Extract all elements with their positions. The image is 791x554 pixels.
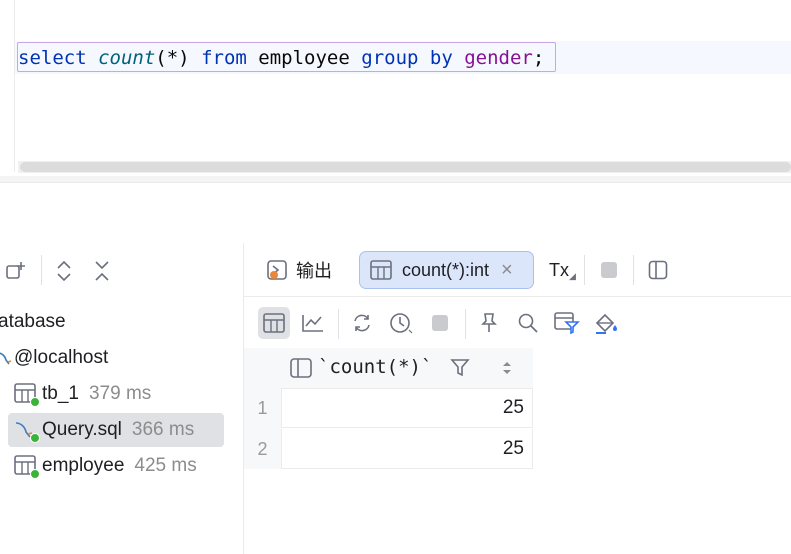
toolbar-separator bbox=[338, 309, 339, 339]
stop-icon bbox=[432, 315, 448, 331]
count-args: (*) bbox=[155, 47, 190, 69]
pin-tab-button[interactable] bbox=[473, 307, 505, 339]
layout-toggle-button[interactable] bbox=[648, 251, 668, 289]
stop-icon bbox=[599, 260, 619, 280]
database-explorer-panel: atabase @localhost tb_1 379 ms Query.sql… bbox=[0, 243, 244, 554]
search-button[interactable] bbox=[512, 307, 544, 339]
row-number: 2 bbox=[257, 438, 268, 459]
horizontal-scrollbar-thumb[interactable] bbox=[20, 162, 791, 172]
table-view-icon bbox=[263, 313, 285, 333]
column-header-count[interactable]: `count(*)` bbox=[318, 356, 432, 378]
column-filter-icon[interactable] bbox=[450, 358, 470, 378]
new-data-source-icon[interactable] bbox=[2, 257, 30, 285]
toolbar-separator bbox=[584, 255, 585, 285]
tree-item-label: tb_1 bbox=[42, 383, 79, 404]
paint-bucket-icon bbox=[595, 313, 617, 334]
filter-table-icon bbox=[554, 312, 580, 335]
keyword-group-by: group by bbox=[361, 47, 453, 69]
keyword-select: select bbox=[18, 47, 87, 69]
tree-item-tb-1[interactable]: tb_1 379 ms bbox=[14, 377, 151, 411]
execution-time: 366 ms bbox=[131, 419, 195, 440]
clock-icon bbox=[390, 313, 413, 334]
keyword-from: from bbox=[201, 47, 247, 69]
refresh-button[interactable] bbox=[346, 307, 378, 339]
tree-item-localhost[interactable]: @localhost bbox=[0, 341, 108, 375]
tree-item-database[interactable]: atabase bbox=[0, 305, 66, 339]
tab-output[interactable]: 输出 bbox=[266, 251, 332, 289]
execution-time: 425 ms bbox=[134, 455, 197, 476]
sql-query-line[interactable]: select count(*) from employee group by g… bbox=[18, 46, 544, 70]
chart-view-button[interactable] bbox=[297, 307, 329, 339]
tree-item-label: employee bbox=[42, 455, 125, 476]
pin-icon bbox=[481, 313, 497, 332]
toolbar-separator bbox=[633, 255, 634, 285]
connected-status-dot bbox=[30, 469, 40, 479]
row-number: 1 bbox=[257, 397, 268, 418]
collapse-all-icon[interactable] bbox=[88, 257, 116, 285]
result-grid-toolbar bbox=[244, 297, 791, 347]
grid-header-row: `count(*)` bbox=[244, 348, 533, 389]
semicolon: ; bbox=[532, 47, 545, 69]
close-tab-icon[interactable]: × bbox=[501, 259, 513, 282]
tab-transaction[interactable]: Tx ◢ bbox=[549, 251, 576, 289]
history-button[interactable] bbox=[385, 307, 417, 339]
execution-time: 379 ms bbox=[88, 383, 152, 404]
column-toggle-icon[interactable] bbox=[290, 358, 312, 378]
mysql-file-icon bbox=[14, 419, 40, 443]
table-icon bbox=[14, 455, 40, 479]
table-icon bbox=[370, 260, 392, 280]
expand-all-icon[interactable] bbox=[50, 257, 78, 285]
line-chart-icon bbox=[302, 315, 323, 332]
table-cell[interactable]: 25 bbox=[281, 429, 533, 469]
table-cell[interactable]: 25 bbox=[281, 388, 533, 428]
column-gender: gender bbox=[464, 47, 533, 69]
refresh-icon bbox=[354, 314, 370, 332]
dropdown-corner-icon: ◢ bbox=[569, 270, 576, 281]
sql-editor[interactable]: select count(*) from employee group by g… bbox=[0, 0, 791, 183]
table-view-button[interactable] bbox=[258, 307, 290, 339]
tree-item-label: @localhost bbox=[14, 347, 109, 368]
tree-item-employee[interactable]: employee 425 ms bbox=[14, 449, 197, 483]
tree-item-label: Query.sql bbox=[42, 419, 122, 440]
search-icon bbox=[518, 313, 538, 333]
results-tab-bar: 输出 count(*):int × Tx ◢ bbox=[244, 243, 791, 297]
connected-status-dot bbox=[30, 397, 40, 407]
filter-button[interactable] bbox=[551, 307, 583, 339]
toolbar-separator bbox=[465, 309, 466, 339]
tree-item-label: atabase bbox=[0, 311, 66, 332]
highlight-button[interactable] bbox=[591, 307, 623, 339]
output-console-icon bbox=[266, 259, 288, 281]
tx-mode-label: Tx bbox=[549, 259, 569, 280]
connected-status-dot bbox=[30, 433, 40, 443]
tab-output-label: 输出 bbox=[296, 261, 332, 281]
editor-divider bbox=[0, 176, 791, 183]
stop-button[interactable] bbox=[599, 251, 619, 289]
gutter-divider bbox=[14, 0, 15, 172]
table-name: employee bbox=[258, 47, 350, 69]
tree-item-query-sql[interactable]: Query.sql 366 ms bbox=[8, 413, 224, 447]
panel-layout-icon bbox=[648, 260, 668, 280]
tab-result-label: count(*):int bbox=[402, 259, 490, 280]
results-panel: 输出 count(*):int × Tx ◢ `count(*)` 1 25 2… bbox=[244, 243, 791, 554]
toolbar-separator bbox=[41, 255, 42, 285]
cancel-query-button[interactable] bbox=[424, 307, 456, 339]
tab-result-count[interactable]: count(*):int × bbox=[359, 251, 534, 289]
mysql-dolphin-icon bbox=[0, 349, 14, 367]
function-count: count bbox=[98, 47, 156, 69]
table-icon bbox=[14, 383, 40, 407]
sort-icon[interactable] bbox=[502, 361, 512, 375]
